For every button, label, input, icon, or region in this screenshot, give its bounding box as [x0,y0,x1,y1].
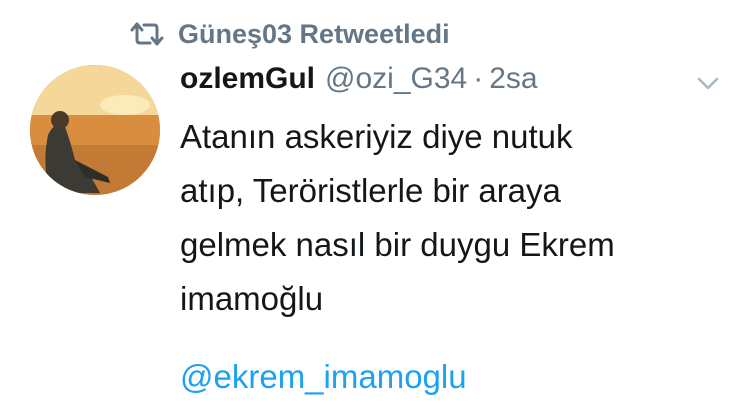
avatar[interactable] [30,65,160,195]
timestamp[interactable]: 2sa [489,62,537,96]
tweet-text: Atanın askeriyiz diye nutuk atıp, Teröri… [180,110,720,326]
mention-link[interactable]: @ekrem_imamoglu [180,350,467,404]
chevron-down-icon[interactable] [695,70,721,96]
tweet-text-line: imamoğlu [180,280,324,317]
retweet-label[interactable]: Güneş03 Retweetledi [178,19,450,50]
tweet-header: ozlemGul @ozi_G34 · 2sa [180,62,538,102]
tweet-card[interactable]: Güneş03 Retweetledi ozlemGul @ozi_G34 · … [0,0,750,404]
username[interactable]: @ozi_G34 [325,62,467,96]
tweet-text-line: gelmek nasıl bir duygu Ekrem [180,226,615,263]
tweet-text-line: Atanın askeriyiz diye nutuk [180,118,573,155]
separator-dot: · [473,62,484,95]
retweet-context: Güneş03 Retweetledi [130,14,450,54]
retweet-icon [130,22,164,46]
avatar-photo [30,65,160,195]
tweet-text-line: atıp, Teröristlerle bir araya [180,172,561,209]
display-name[interactable]: ozlemGul [180,62,315,96]
